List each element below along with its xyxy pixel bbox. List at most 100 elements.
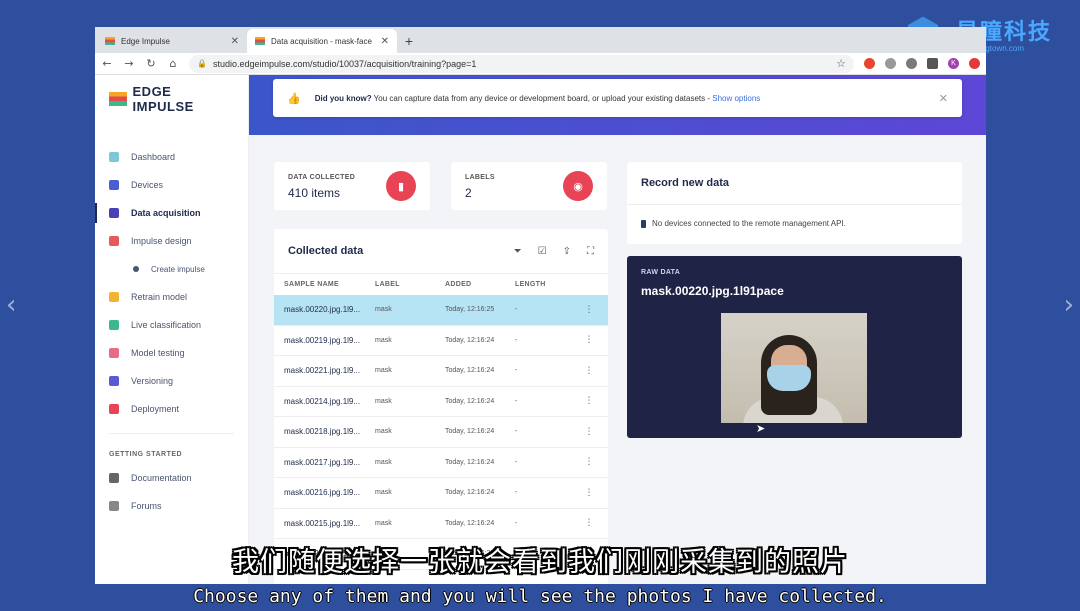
- main-content: 👍 Did you know? You can capture data fro…: [249, 75, 986, 584]
- bullet-dot-icon: [133, 266, 139, 272]
- row-menu-icon[interactable]: ⋮: [570, 518, 608, 528]
- forward-arrow-icon[interactable]: →: [123, 57, 135, 70]
- table-row[interactable]: mask.00217.jpg.1l9... mask Today, 12:16:…: [274, 448, 608, 478]
- branch-icon: [109, 376, 119, 386]
- raw-data-sample-name: mask.00220.jpg.1l91pace: [641, 284, 784, 298]
- row-menu-icon[interactable]: ⋮: [570, 457, 608, 467]
- sample-label: mask: [375, 519, 392, 527]
- collected-toolbar: ⏷ ☑ ⇪ ⛶: [514, 246, 594, 257]
- table-row[interactable]: mask.00221.jpg.1l9... mask Today, 12:16:…: [274, 356, 608, 387]
- sidebar-item-label: Documentation: [131, 473, 192, 483]
- sidebar-item-documentation[interactable]: Documentation: [95, 464, 248, 492]
- browser-tab-data-acquisition[interactable]: Data acquisition - mask-face ✕: [247, 29, 397, 53]
- close-tab-icon[interactable]: ✕: [381, 36, 389, 47]
- extension-icon[interactable]: [969, 58, 980, 69]
- sidebar-item-versioning[interactable]: Versioning: [95, 367, 248, 395]
- subtitle-english: Choose any of them and you will see the …: [193, 586, 887, 607]
- sample-label: mask: [375, 397, 392, 405]
- record-title: Record new data: [641, 177, 730, 189]
- chat-bubbles-icon: [109, 501, 119, 511]
- home-icon[interactable]: ⌂: [167, 57, 179, 70]
- extension-icon[interactable]: [885, 58, 896, 69]
- sample-name: mask.00214.jpg.1l9...: [284, 396, 361, 406]
- extension-icon[interactable]: [906, 58, 917, 69]
- device-icon: [641, 219, 646, 228]
- table-row[interactable]: mask.00218.jpg.1l9... mask Today, 12:16:…: [274, 417, 608, 448]
- table-row[interactable]: mask.00219.jpg.1l9... mask Today, 12:16:…: [274, 326, 608, 356]
- sidebar-item-impulse-design[interactable]: Impulse design: [95, 227, 248, 255]
- next-slide-arrow-icon[interactable]: ›: [1064, 290, 1074, 320]
- table-row[interactable]: mask.00216.jpg.1l9... mask Today, 12:16:…: [274, 478, 608, 509]
- bookmark-star-icon[interactable]: ☆: [836, 57, 846, 70]
- filter-icon[interactable]: ⏷: [514, 246, 522, 257]
- row-menu-icon[interactable]: ⋮: [570, 488, 608, 498]
- sample-added: Today, 12:16:24: [445, 397, 495, 405]
- prev-slide-arrow-icon[interactable]: ‹: [6, 290, 16, 320]
- sample-added: Today, 12:16:24: [445, 458, 495, 466]
- table-row[interactable]: mask.00215.jpg.1l9... mask Today, 12:16:…: [274, 509, 608, 539]
- sidebar-item-live-classification[interactable]: Live classification: [95, 311, 248, 339]
- sample-length: -: [515, 458, 518, 466]
- sidebar-item-create-impulse[interactable]: Create impulse: [95, 255, 248, 283]
- sample-length: -: [515, 519, 518, 527]
- column-added: ADDED: [445, 281, 472, 288]
- panel-divider: [627, 204, 962, 205]
- fullscreen-icon[interactable]: ⛶: [587, 246, 594, 257]
- browser-toolbar: ← → ↻ ⌂ 🔒 studio.edgeimpulse.com/studio/…: [95, 53, 986, 75]
- back-arrow-icon[interactable]: ←: [101, 57, 113, 70]
- sample-length: -: [515, 336, 518, 344]
- profile-avatar[interactable]: K: [948, 58, 959, 69]
- show-options-link[interactable]: Show options: [712, 94, 760, 103]
- lock-icon: 🔒: [197, 59, 207, 68]
- sidebar-item-deployment[interactable]: Deployment: [95, 395, 248, 423]
- sidebar: EDGE IMPULSE Dashboard Devices Data acqu…: [95, 75, 249, 584]
- sidebar-item-retrain-model[interactable]: Retrain model: [95, 283, 248, 311]
- sample-name: mask.00220.jpg.1l9...: [284, 305, 361, 315]
- sample-added: Today, 12:16:24: [445, 519, 495, 527]
- sidebar-item-forums[interactable]: Forums: [95, 492, 248, 520]
- address-bar[interactable]: 🔒 studio.edgeimpulse.com/studio/10037/ac…: [189, 54, 854, 73]
- edge-impulse-logo-icon: [109, 92, 127, 106]
- clipboard-icon: [109, 348, 119, 358]
- close-icon[interactable]: ✕: [939, 92, 948, 105]
- banner-bold: Did you know?: [314, 93, 372, 103]
- row-menu-icon[interactable]: ⋮: [570, 427, 608, 437]
- extensions-puzzle-icon[interactable]: [927, 58, 938, 69]
- database-icon: [109, 208, 119, 218]
- sidebar-item-model-testing[interactable]: Model testing: [95, 339, 248, 367]
- sidebar-item-label: Model testing: [131, 348, 185, 358]
- sidebar-item-data-acquisition[interactable]: Data acquisition: [95, 199, 248, 227]
- upload-icon[interactable]: ⇪: [563, 246, 571, 257]
- retrain-icon: [109, 292, 119, 302]
- cube-icon: [109, 404, 119, 414]
- brand[interactable]: EDGE IMPULSE: [95, 75, 248, 123]
- row-menu-icon[interactable]: ⋮: [570, 305, 608, 315]
- row-menu-icon[interactable]: ⋮: [570, 396, 608, 406]
- select-checkbox-icon[interactable]: ☑: [538, 246, 547, 257]
- browser-tab-edge-impulse[interactable]: Edge Impulse ✕: [97, 29, 247, 53]
- edge-impulse-favicon-icon: [105, 37, 115, 45]
- close-tab-icon[interactable]: ✕: [231, 36, 239, 47]
- sample-length: -: [515, 306, 518, 314]
- row-menu-icon[interactable]: ⋮: [570, 366, 608, 376]
- row-menu-icon[interactable]: ⋮: [570, 335, 608, 345]
- pulse-icon: [109, 236, 119, 246]
- sample-label: mask: [375, 336, 392, 344]
- record-new-data-panel: Record new data No devices connected to …: [627, 162, 962, 244]
- brand-name: EDGE IMPULSE: [132, 84, 194, 114]
- banner-message: Did you know? You can capture data from …: [315, 94, 761, 103]
- reload-icon[interactable]: ↻: [145, 57, 157, 70]
- sidebar-item-devices[interactable]: Devices: [95, 171, 248, 199]
- labels-value: 2: [465, 186, 472, 200]
- new-tab-icon[interactable]: +: [397, 29, 421, 53]
- table-row[interactable]: mask.00220.jpg.1l9... mask Today, 12:16:…: [274, 295, 608, 326]
- sidebar-item-dashboard[interactable]: Dashboard: [95, 143, 248, 171]
- tab-title: Edge Impulse: [121, 36, 170, 46]
- column-label: LABEL: [375, 281, 400, 288]
- extension-icon[interactable]: [864, 58, 875, 69]
- data-collected-value: 410 items: [288, 186, 341, 200]
- table-row[interactable]: mask.00214.jpg.1l9... mask Today, 12:16:…: [274, 387, 608, 417]
- data-collected-card: DATA COLLECTED 410 items ▮: [274, 162, 430, 210]
- labels-label: LABELS: [465, 174, 495, 181]
- documentation-icon: [109, 473, 119, 483]
